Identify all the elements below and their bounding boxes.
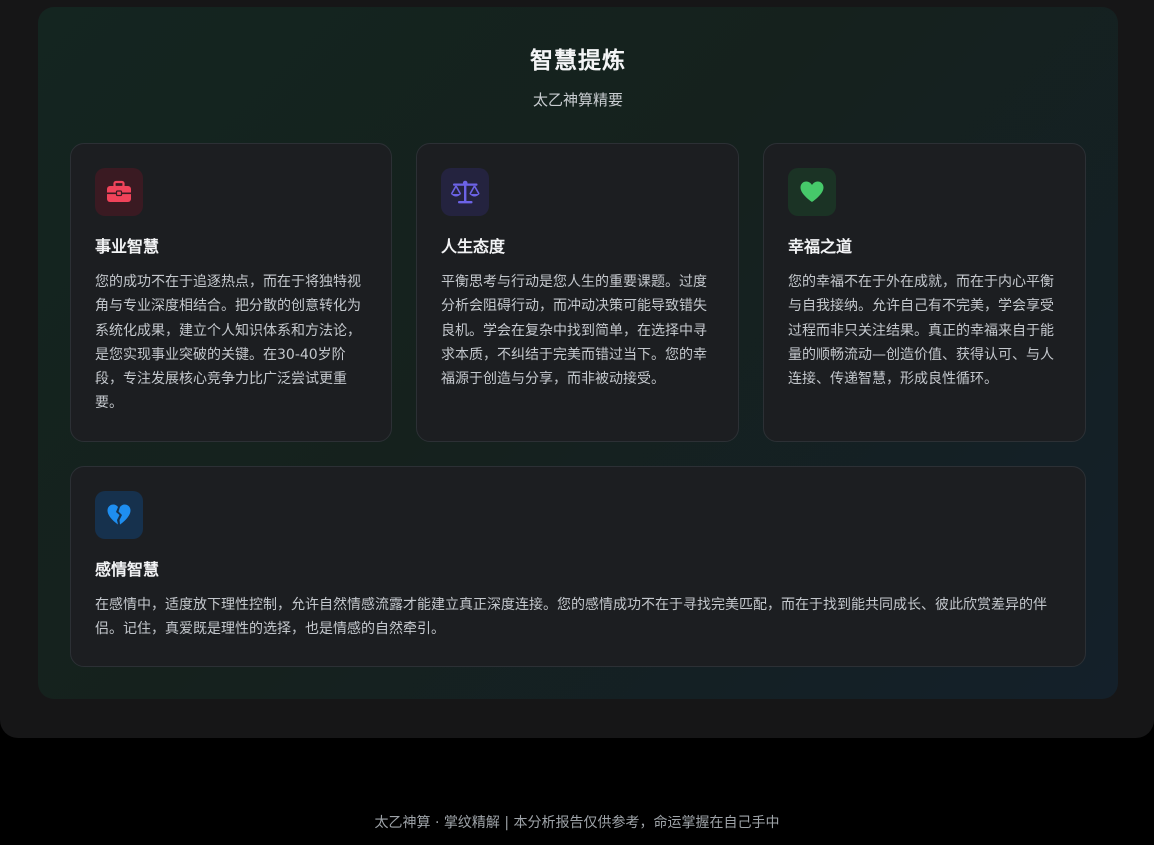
card-title: 人生态度: [441, 237, 506, 256]
card-title: 事业智慧: [95, 237, 160, 256]
card-text: 在感情中，适度放下理性控制，允许自然情感流露才能建立真正深度连接。您的感情成功不…: [95, 597, 1047, 638]
broken-heart-icon: [95, 491, 143, 539]
footer-text: 太乙神算 · 掌纹精解 | 本分析报告仅供参考，命运掌握在自己手中: [374, 815, 780, 831]
card-love-wisdom: 感情智慧 在感情中，适度放下理性控制，允许自然情感流露才能建立真正深度连接。您的…: [70, 466, 1086, 667]
briefcase-icon: [95, 168, 143, 216]
card-title: 感情智慧: [95, 560, 160, 579]
section-title: 智慧提炼: [530, 48, 626, 74]
card-text: 平衡思考与行动是您人生的重要课题。过度分析会阻碍行动，而冲动决策可能导致错失良机…: [441, 274, 707, 388]
card-happiness: 幸福之道 您的幸福不在于外在成就，而在于内心平衡与自我接纳。允许自己有不完美，学…: [763, 143, 1086, 442]
heart-icon: [788, 168, 836, 216]
card-text: 您的幸福不在于外在成就，而在于内心平衡与自我接纳。允许自己有不完美，学会享受过程…: [788, 274, 1054, 388]
card-life-attitude: 人生态度 平衡思考与行动是您人生的重要课题。过度分析会阻碍行动，而冲动决策可能导…: [416, 143, 739, 442]
balance-scale-icon: [441, 168, 489, 216]
wisdom-section: 智慧提炼 太乙神算精要 事业智慧 您的成功不在于追逐热点，而在于将独特视角与专业…: [38, 7, 1118, 699]
card-career-wisdom: 事业智慧 您的成功不在于追逐热点，而在于将独特视角与专业深度相结合。把分散的创意…: [70, 143, 392, 442]
card-title: 幸福之道: [788, 237, 853, 256]
section-subtitle: 太乙神算精要: [532, 91, 623, 109]
card-text: 您的成功不在于追逐热点，而在于将独特视角与专业深度相结合。把分散的创意转化为系统…: [95, 274, 361, 412]
